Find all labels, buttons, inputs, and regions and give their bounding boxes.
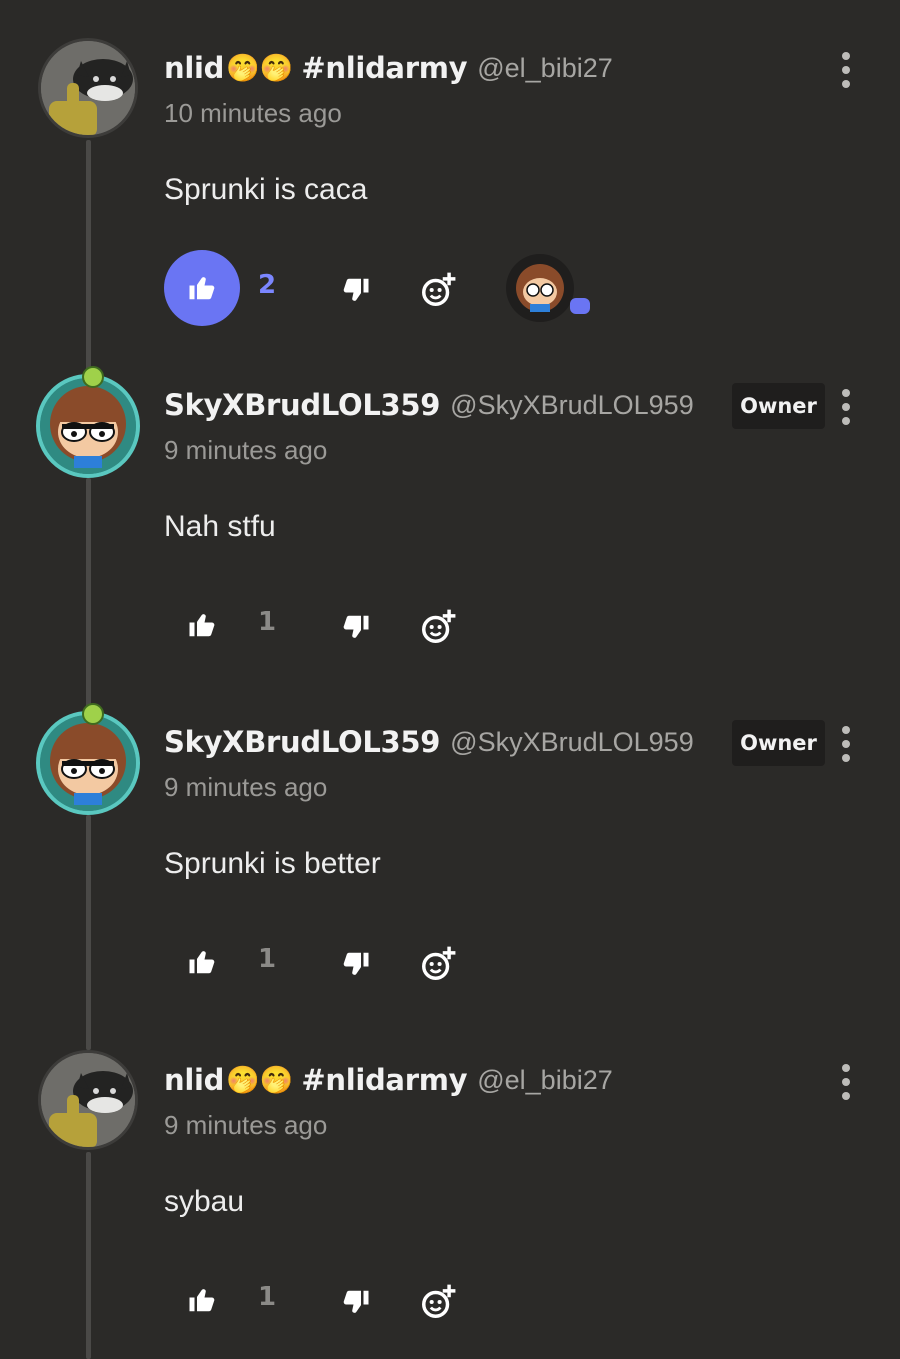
comment: nlid 🤭🤭 #nlidarmy @el_bibi27 9 minutes a… bbox=[0, 1012, 900, 1349]
comment-text: Nah stfu bbox=[164, 510, 276, 543]
display-name[interactable]: nlid bbox=[164, 51, 224, 85]
thumbs-down-icon bbox=[343, 615, 369, 638]
comment-text: Sprunki is better bbox=[164, 847, 381, 880]
add-reaction-button[interactable] bbox=[416, 1280, 460, 1324]
comment-text: sybau bbox=[164, 1185, 245, 1218]
user-handle[interactable]: @SkyXBrudLOL959 bbox=[450, 727, 694, 758]
dislike-button[interactable] bbox=[336, 944, 376, 984]
timestamp: 9 minutes ago bbox=[164, 435, 328, 465]
like-count: 1 bbox=[258, 944, 277, 974]
like-button[interactable] bbox=[164, 587, 240, 663]
comment-actions: 2 bbox=[164, 250, 664, 326]
add-reaction-button[interactable] bbox=[416, 942, 460, 986]
user-avatar[interactable] bbox=[36, 366, 140, 478]
reply-avatar[interactable] bbox=[504, 254, 590, 322]
more-vertical-icon[interactable] bbox=[836, 389, 856, 425]
comment-actions: 1 bbox=[164, 587, 664, 663]
display-name[interactable]: SkyXBrudLOL359 bbox=[164, 388, 440, 422]
emoji-text: 🤭🤭 bbox=[226, 1065, 294, 1096]
timestamp: 9 minutes ago bbox=[164, 772, 328, 802]
comment-header: nlid 🤭🤭 #nlidarmy @el_bibi27 bbox=[164, 46, 613, 90]
comment-text: Sprunki is caca bbox=[164, 173, 368, 206]
thumbs-up-icon bbox=[189, 277, 215, 300]
emoji-text: 🤭🤭 bbox=[226, 53, 294, 84]
user-avatar[interactable] bbox=[38, 1050, 138, 1150]
comment: SkyXBrudLOL359 @SkyXBrudLOL959 Owner 9 m… bbox=[0, 337, 900, 674]
timestamp: 10 minutes ago bbox=[164, 98, 342, 128]
dislike-button[interactable] bbox=[336, 270, 376, 310]
comment: nlid 🤭🤭 #nlidarmy @el_bibi27 10 minutes … bbox=[0, 0, 900, 337]
like-button[interactable] bbox=[164, 924, 240, 1000]
add-reaction-button[interactable] bbox=[416, 268, 460, 312]
add-reaction-icon bbox=[422, 609, 456, 643]
user-handle[interactable]: @SkyXBrudLOL959 bbox=[450, 390, 694, 421]
dislike-button[interactable] bbox=[336, 607, 376, 647]
thumbs-up-icon bbox=[189, 951, 215, 974]
user-tag: #nlidarmy bbox=[301, 1063, 468, 1097]
timestamp: 9 minutes ago bbox=[164, 1110, 328, 1140]
dislike-button[interactable] bbox=[336, 1282, 376, 1322]
like-button[interactable] bbox=[164, 1262, 240, 1338]
more-vertical-icon[interactable] bbox=[836, 52, 856, 88]
add-reaction-icon bbox=[422, 946, 456, 980]
user-tag: #nlidarmy bbox=[301, 51, 468, 85]
display-name[interactable]: SkyXBrudLOL359 bbox=[164, 725, 440, 759]
thumbs-down-icon bbox=[343, 278, 369, 301]
like-count: 1 bbox=[258, 1282, 277, 1312]
more-vertical-icon[interactable] bbox=[836, 1064, 856, 1100]
owner-badge: Owner bbox=[732, 383, 825, 429]
like-count: 1 bbox=[258, 607, 277, 637]
comment-actions: 1 bbox=[164, 924, 664, 1000]
like-button[interactable] bbox=[164, 250, 240, 326]
more-vertical-icon[interactable] bbox=[836, 726, 856, 762]
frog-badge-icon bbox=[82, 366, 104, 388]
add-reaction-icon bbox=[422, 1284, 456, 1318]
owner-badge: Owner bbox=[732, 720, 825, 766]
thumbs-up-icon bbox=[189, 1289, 215, 1312]
like-count: 2 bbox=[258, 270, 277, 300]
display-name[interactable]: nlid bbox=[164, 1063, 224, 1097]
add-reaction-button[interactable] bbox=[416, 605, 460, 649]
comment-actions: 1 bbox=[164, 1262, 664, 1338]
thumbs-up-icon bbox=[189, 614, 215, 637]
add-reaction-icon bbox=[422, 272, 456, 306]
comment-header: SkyXBrudLOL359 @SkyXBrudLOL959 bbox=[164, 720, 694, 764]
thumbs-down-icon bbox=[343, 1290, 369, 1313]
thumbs-down-icon bbox=[343, 952, 369, 975]
comment: SkyXBrudLOL359 @SkyXBrudLOL959 Owner 9 m… bbox=[0, 674, 900, 1011]
frog-badge-icon bbox=[82, 703, 104, 725]
user-handle[interactable]: @el_bibi27 bbox=[477, 53, 613, 84]
comment-header: SkyXBrudLOL359 @SkyXBrudLOL959 bbox=[164, 383, 694, 427]
user-avatar[interactable] bbox=[36, 703, 140, 815]
user-avatar[interactable] bbox=[38, 38, 138, 138]
comment-header: nlid 🤭🤭 #nlidarmy @el_bibi27 bbox=[164, 1058, 613, 1102]
user-handle[interactable]: @el_bibi27 bbox=[477, 1065, 613, 1096]
